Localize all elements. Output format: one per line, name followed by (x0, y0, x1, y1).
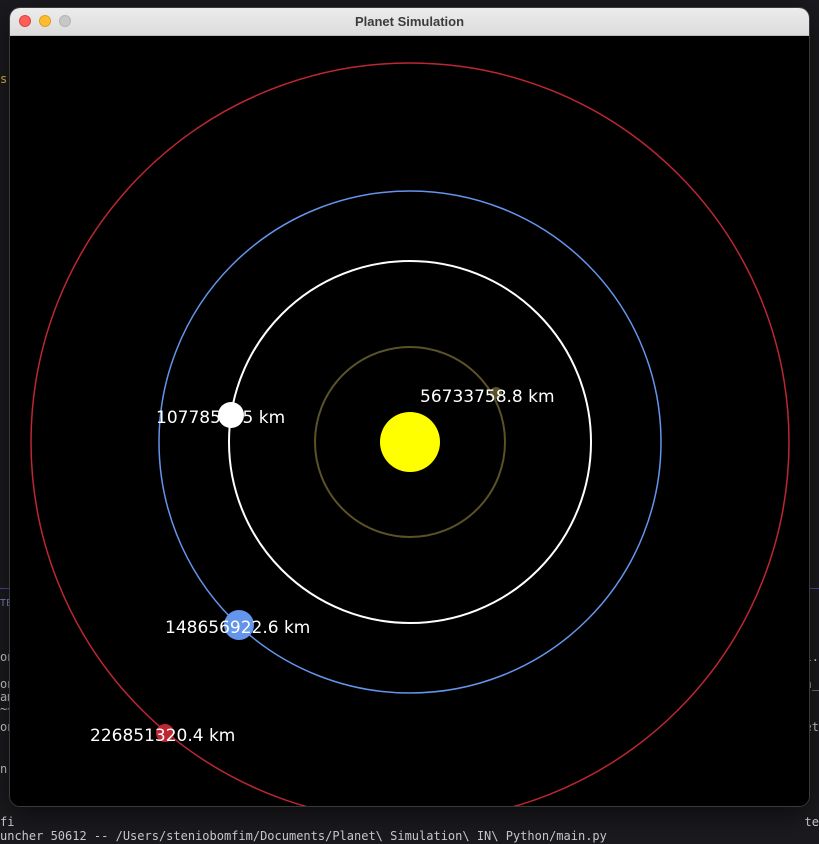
terminal-fragment: n (0, 762, 8, 776)
earth-distance-label: 148656922.6 km (165, 618, 310, 638)
title-bar[interactable]: Planet Simulation (10, 8, 809, 36)
sun (380, 412, 440, 472)
mars-distance-label: 226851320.4 km (90, 726, 235, 746)
simulation-window: Planet Simulation 56733758.8 km 107785 9… (10, 8, 809, 806)
window-title: Planet Simulation (354, 14, 465, 29)
mercury-distance-label: 56733758.8 km (420, 387, 555, 407)
terminal-command-line: uncher 50612 -- /Users/steniobomfim/Docu… (0, 829, 607, 843)
venus-distance-label: 107785 9.5 km (156, 408, 285, 428)
terminal-fragment: fi (0, 815, 15, 829)
solar-system-drawing: 56733758.8 km 107785 9.5 km 148656922.6 … (30, 62, 790, 806)
simulation-canvas: 56733758.8 km 107785 9.5 km 148656922.6 … (10, 36, 809, 806)
terminal-fragment: te (804, 815, 819, 829)
